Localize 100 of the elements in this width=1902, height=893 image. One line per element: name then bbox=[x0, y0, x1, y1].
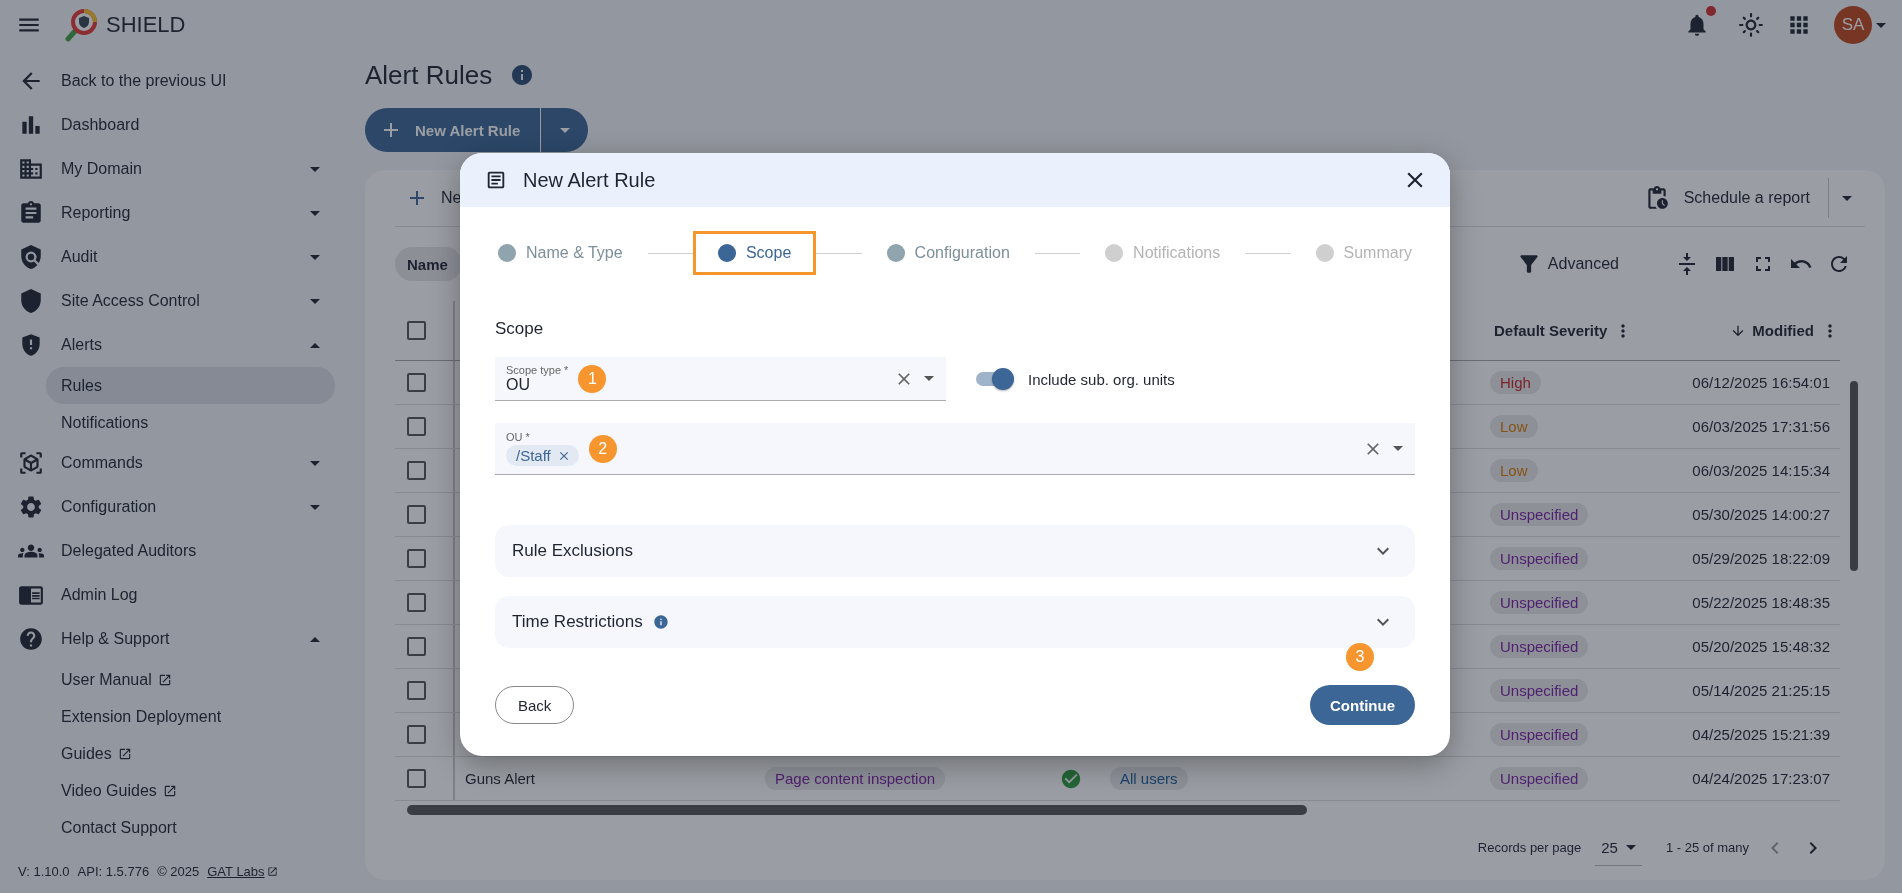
step[interactable]: Name & Type bbox=[473, 231, 648, 275]
step[interactable]: Configuration bbox=[861, 231, 1035, 275]
nav-item[interactable]: Commands bbox=[0, 441, 365, 485]
checkbox[interactable] bbox=[407, 769, 426, 788]
external-link-icon bbox=[266, 866, 278, 877]
table-cell-text: 04/24/2025 17:23:07 bbox=[1692, 770, 1831, 787]
cube-icon bbox=[18, 450, 44, 476]
nav-item[interactable]: My Domain bbox=[0, 147, 365, 191]
building-icon bbox=[18, 156, 44, 182]
per-page-select[interactable]: 25 bbox=[1595, 829, 1642, 866]
table-cell-text: 05/29/2025 18:22:09 bbox=[1692, 550, 1831, 567]
checkbox[interactable] bbox=[407, 593, 426, 612]
records-per-page-label: Records per page bbox=[1477, 840, 1582, 855]
caret-icon bbox=[1842, 195, 1852, 201]
clipboard-icon bbox=[18, 200, 44, 226]
nav-subitem[interactable]: User Manual bbox=[46, 661, 335, 698]
nav-item[interactable]: Back to the previous UI bbox=[0, 59, 365, 103]
nav-item[interactable]: Site Access Control bbox=[0, 279, 365, 323]
nav-subitem[interactable]: Extension Deployment bbox=[46, 698, 335, 735]
table-cell-text: 05/30/2025 14:00:27 bbox=[1692, 506, 1831, 523]
nav-item[interactable]: Audit bbox=[0, 235, 365, 279]
severity-tag: Unspecified bbox=[1490, 679, 1589, 702]
column-header[interactable]: Default Severity bbox=[1494, 322, 1608, 339]
severity-tag: High bbox=[1490, 371, 1541, 394]
nav-subitem[interactable]: Contact Support bbox=[46, 809, 335, 846]
callout-badge: 1 bbox=[578, 364, 607, 393]
nav-subitem[interactable]: Guides bbox=[46, 735, 335, 772]
advanced-filter-button[interactable]: Advanced bbox=[1509, 250, 1625, 278]
help-icon bbox=[18, 626, 44, 652]
scrollbar[interactable] bbox=[407, 805, 1307, 815]
scrollbar[interactable] bbox=[1850, 381, 1858, 571]
nav-item[interactable]: Delegated Auditors bbox=[0, 529, 365, 573]
caret-icon bbox=[1625, 844, 1636, 850]
table-cell-text: 06/03/2025 17:31:56 bbox=[1692, 418, 1831, 435]
info-icon[interactable] bbox=[510, 63, 535, 87]
caret-icon[interactable] bbox=[1393, 446, 1403, 451]
table-cell-text: Guns Alert bbox=[464, 770, 536, 787]
nav-item[interactable]: Reporting bbox=[0, 191, 365, 235]
dropdown-button[interactable] bbox=[540, 108, 588, 152]
nav-item[interactable]: Admin Log bbox=[0, 573, 365, 617]
theme-button[interactable] bbox=[1738, 12, 1764, 38]
table-cell-text: 04/25/2025 15:21:39 bbox=[1692, 726, 1831, 743]
new-button[interactable]: Ne bbox=[395, 186, 462, 210]
new-alert-rule-button[interactable]: New Alert Rule bbox=[365, 108, 540, 152]
checkbox[interactable] bbox=[407, 505, 426, 524]
table-cell-text: 06/12/2025 16:54:01 bbox=[1692, 374, 1831, 391]
continue-button[interactable]: Continue bbox=[1310, 685, 1415, 725]
copyright-text: © 2025 bbox=[157, 864, 200, 879]
table-cell-text: 05/22/2025 18:48:35 bbox=[1692, 594, 1831, 611]
severity-tag: Unspecified bbox=[1490, 635, 1589, 658]
nav-subitem[interactable]: Video Guides bbox=[46, 772, 335, 809]
checkbox[interactable] bbox=[407, 321, 426, 340]
table-cell-text: 06/03/2025 14:15:34 bbox=[1692, 462, 1831, 479]
filter-chip[interactable]: Name bbox=[395, 247, 462, 281]
type-tag: Page content inspection bbox=[765, 767, 946, 790]
checkbox[interactable] bbox=[407, 637, 426, 656]
column-header[interactable]: Modified bbox=[1752, 322, 1814, 339]
section-title: Scope bbox=[495, 319, 545, 339]
checkbox[interactable] bbox=[407, 725, 426, 744]
accordion-header[interactable]: Time Restrictions bbox=[495, 596, 1415, 648]
severity-tag: Unspecified bbox=[1490, 503, 1589, 526]
select-field[interactable]: Scope type * OU 1 bbox=[495, 357, 946, 401]
checkbox[interactable] bbox=[407, 681, 426, 700]
checkbox[interactable] bbox=[407, 549, 426, 568]
nav-item[interactable]: Dashboard bbox=[0, 103, 365, 147]
accordion-header[interactable]: Rule Exclusions bbox=[495, 525, 1415, 577]
table-cell-text: 05/20/2025 15:48:32 bbox=[1692, 638, 1831, 655]
table-cell-text: 05/14/2025 21:25:15 bbox=[1692, 682, 1831, 699]
app-title: SHIELD bbox=[106, 12, 186, 38]
multi-select-field[interactable]: OU * /Staff 2 bbox=[495, 423, 1415, 475]
company-link[interactable]: GAT Labs bbox=[207, 864, 278, 879]
page-title: Alert Rules bbox=[365, 59, 493, 91]
ou-chip[interactable]: /Staff bbox=[506, 445, 579, 466]
severity-tag: Unspecified bbox=[1490, 547, 1589, 570]
info-icon[interactable] bbox=[652, 614, 669, 630]
shield-search-icon bbox=[18, 244, 44, 270]
nav-item[interactable]: Configuration bbox=[0, 485, 365, 529]
nav-item[interactable]: Help & Support bbox=[0, 617, 365, 661]
callout-badge: 3 bbox=[1346, 643, 1374, 671]
caret-icon[interactable] bbox=[924, 376, 934, 381]
caret-icon[interactable] bbox=[1876, 22, 1886, 28]
checkbox[interactable] bbox=[407, 417, 426, 436]
checkbox[interactable] bbox=[407, 373, 426, 392]
version-text: V: 1.10.0 bbox=[18, 864, 70, 879]
schedule-report-button[interactable]: Schedule a report bbox=[1625, 178, 1829, 218]
user-avatar[interactable]: SA bbox=[1834, 6, 1872, 44]
severity-tag: Unspecified bbox=[1490, 767, 1589, 790]
caret-icon bbox=[559, 127, 570, 133]
step[interactable]: Scope bbox=[692, 231, 817, 275]
nav-item[interactable]: Alerts bbox=[0, 323, 365, 367]
dialog-title: New Alert Rule bbox=[523, 168, 657, 192]
logo-icon bbox=[64, 8, 98, 42]
severity-tag: Unspecified bbox=[1490, 591, 1589, 614]
document-icon bbox=[485, 169, 507, 191]
nav-subitem[interactable]: Notifications bbox=[46, 404, 335, 441]
api-version-text: API: 1.5.776 bbox=[77, 864, 150, 879]
back-button[interactable]: Back bbox=[495, 686, 575, 724]
scope-tag: All users bbox=[1110, 767, 1188, 790]
nav-subitem[interactable]: Rules bbox=[46, 367, 335, 404]
checkbox[interactable] bbox=[407, 461, 426, 480]
